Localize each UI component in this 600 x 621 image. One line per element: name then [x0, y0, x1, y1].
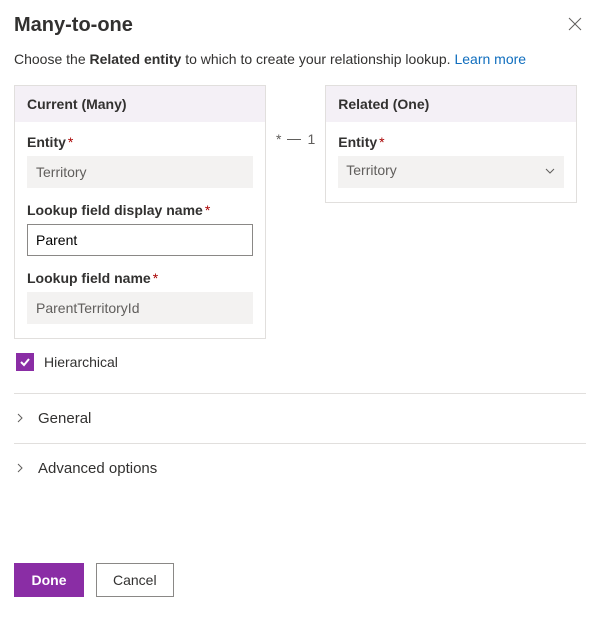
lookup-display-field[interactable]	[27, 224, 253, 256]
related-entity-select[interactable]: Territory	[338, 156, 564, 188]
required-indicator: *	[205, 202, 210, 218]
required-indicator: *	[153, 270, 158, 286]
page-title: Many-to-one	[14, 14, 133, 37]
section-general[interactable]: General	[14, 393, 586, 443]
done-button[interactable]: Done	[14, 563, 84, 597]
hierarchical-checkbox[interactable]	[16, 353, 34, 371]
intro-text: Choose the Related entity to which to cr…	[14, 51, 586, 67]
lookup-name-field	[27, 292, 253, 324]
related-panel: Related (One) Entity* Territory	[325, 85, 577, 203]
hierarchical-label: Hierarchical	[44, 354, 118, 370]
current-entity-field	[27, 156, 253, 188]
required-indicator: *	[68, 134, 73, 150]
connector-many-symbol: *	[276, 131, 281, 147]
chevron-right-icon	[14, 461, 26, 477]
lookup-name-label: Lookup field name	[27, 270, 151, 286]
connector-one-symbol: 1	[307, 131, 315, 147]
learn-more-link[interactable]: Learn more	[454, 51, 526, 67]
current-panel: Current (Many) Entity* Lookup field disp…	[14, 85, 266, 339]
current-panel-title: Current (Many)	[15, 86, 265, 122]
related-panel-title: Related (One)	[326, 86, 576, 122]
intro-rest: to which to create your relationship loo…	[181, 51, 454, 67]
related-entity-label: Entity	[338, 134, 377, 150]
intro-prefix: Choose the	[14, 51, 90, 67]
relationship-connector: * 1	[276, 85, 315, 147]
connector-line	[287, 139, 301, 140]
section-advanced-label: Advanced options	[38, 460, 157, 477]
intro-bold: Related entity	[90, 51, 182, 67]
section-general-label: General	[38, 410, 91, 427]
required-indicator: *	[379, 134, 384, 150]
lookup-display-label: Lookup field display name	[27, 202, 203, 218]
close-icon[interactable]	[564, 14, 586, 36]
related-entity-value: Territory	[338, 156, 564, 184]
cancel-button[interactable]: Cancel	[96, 563, 174, 597]
chevron-right-icon	[14, 411, 26, 427]
section-advanced[interactable]: Advanced options	[14, 443, 586, 493]
current-entity-label: Entity	[27, 134, 66, 150]
